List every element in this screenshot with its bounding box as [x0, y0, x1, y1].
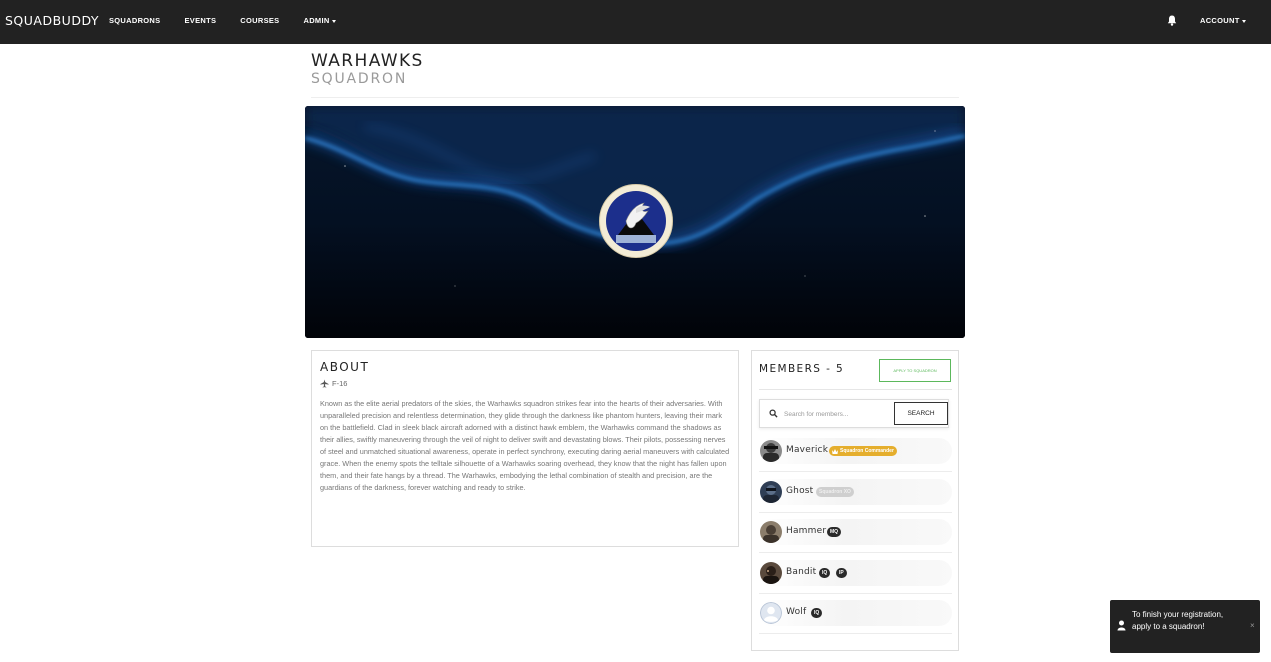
member-divider [759, 552, 952, 553]
about-card: ABOUT F-16 Known as the elite aerial pre… [311, 350, 739, 547]
role-badge: Squadron XO [816, 487, 854, 497]
about-description: Known as the elite aerial predators of t… [320, 399, 730, 492]
aircraft-label: F-16 [332, 379, 348, 388]
member-name: Wolf [786, 607, 807, 617]
member-name: Maverick [786, 445, 829, 455]
role-badge: Squadron Commander [829, 446, 897, 456]
member-divider [759, 471, 952, 472]
avatar [760, 521, 782, 543]
squadron-emblem [599, 184, 673, 258]
member-row[interactable]: Wolf IQ [759, 600, 952, 626]
member-name: Bandit [786, 567, 817, 577]
member-row[interactable]: Maverick Squadron Commander [759, 438, 952, 464]
nav-links: SQUADRONS EVENTS COURSES ADMIN [109, 16, 360, 25]
avatar [760, 562, 782, 584]
member-search-bar: SEARCH [759, 399, 949, 428]
member-row[interactable]: Ghost Squadron XO [759, 479, 952, 505]
members-card: MEMBERS - 5 APPLY TO SQUADRON SEARCH Mav… [751, 350, 959, 651]
member-name: Hammer [786, 526, 827, 536]
avatar [760, 602, 782, 624]
account-label: ACCOUNT [1200, 16, 1240, 25]
member-row[interactable]: Hammer MQ [759, 519, 952, 545]
member-divider [759, 633, 952, 634]
user-icon [1117, 620, 1126, 631]
brand-logo[interactable]: SQUADBUDDY [5, 13, 99, 28]
nav-admin-label: ADMIN [303, 16, 330, 25]
caret-down-icon [331, 19, 336, 23]
nav-admin-dropdown[interactable]: ADMIN [303, 16, 336, 25]
member-row[interactable]: Bandit IQ IP [759, 560, 952, 586]
account-dropdown[interactable]: ACCOUNT [1200, 16, 1246, 25]
fighter-jet-icon [320, 379, 329, 388]
caret-down-icon [1241, 19, 1246, 23]
member-name: Ghost [786, 486, 814, 496]
toast-message: To finish your registration, apply to a … [1132, 610, 1224, 631]
nav-courses[interactable]: COURSES [240, 16, 279, 25]
role-badge: MQ [827, 527, 842, 537]
squadron-name: WARHAWKS [311, 51, 424, 71]
hawk-icon [616, 202, 656, 243]
member-divider [759, 512, 952, 513]
registration-toast: To finish your registration, apply to a … [1110, 600, 1260, 653]
members-divider [759, 389, 952, 390]
avatar [760, 440, 782, 462]
header-divider [311, 97, 959, 98]
apply-to-squadron-button[interactable]: APPLY TO SQUADRON [879, 359, 951, 382]
about-title: ABOUT [320, 360, 370, 374]
members-title: MEMBERS - 5 [759, 363, 845, 375]
aircraft-type: F-16 [320, 379, 347, 388]
default-user-icon [760, 602, 782, 624]
nav-squadrons[interactable]: SQUADRONS [109, 16, 160, 25]
search-button[interactable]: SEARCH [894, 402, 948, 425]
search-icon [769, 409, 778, 418]
top-navbar: SQUADBUDDY SQUADRONS EVENTS COURSES ADMI… [0, 0, 1271, 44]
close-icon[interactable]: × [1250, 621, 1255, 630]
bell-icon[interactable] [1167, 15, 1177, 26]
role-badge: IQ [819, 568, 831, 578]
role-badge: IQ [811, 608, 823, 618]
avatar [760, 481, 782, 503]
crown-icon [832, 448, 838, 454]
squadron-banner [305, 106, 965, 338]
role-badge-label: Squadron Commander [840, 448, 894, 454]
squadron-subtitle: SQUADRON [311, 71, 408, 87]
member-divider [759, 593, 952, 594]
member-search-input[interactable] [784, 408, 889, 420]
role-badge: IP [836, 568, 847, 578]
nav-events[interactable]: EVENTS [184, 16, 216, 25]
